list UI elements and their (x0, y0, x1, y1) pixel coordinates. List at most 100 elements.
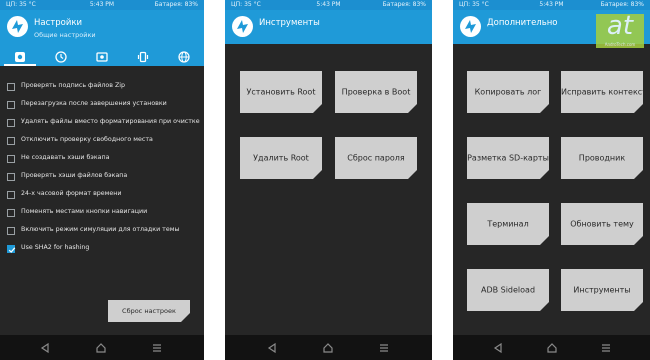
checkbox-checked-icon[interactable] (7, 245, 16, 253)
battery-level: Батарея: 83% (154, 1, 198, 8)
watermark-subtext: AndroTech.com (604, 42, 636, 47)
settings-screen: ЦП: 35 °C 5:43 PM Батарея: 83% Настройки… (0, 0, 204, 360)
checkbox-icon[interactable] (7, 101, 15, 109)
status-bar: ЦП: 35 °C 5:43 PM Батарея: 83% (453, 0, 650, 10)
checkbox-icon[interactable] (7, 191, 15, 199)
tab-language-settings[interactable] (164, 48, 204, 66)
cpu-temp: ЦП: 35 °C (459, 1, 489, 8)
settings-option-label: Перезагрузка после завершения установки (21, 100, 167, 107)
tab-screen-settings[interactable] (82, 48, 122, 66)
checkbox-icon[interactable] (7, 119, 15, 127)
clock: 5:43 PM (89, 1, 115, 8)
settings-option-row[interactable]: Перезагрузка после завершения установки (7, 98, 200, 116)
settings-tabs (0, 48, 204, 66)
settings-option-label: Отключить проверку свободного места (21, 136, 153, 143)
cpu-temp: ЦП: 35 °C (231, 1, 261, 8)
checkbox-icon[interactable] (7, 137, 15, 145)
twrp-logo-icon (7, 16, 28, 37)
checkbox-icon[interactable] (7, 209, 15, 217)
partition-sd-button[interactable]: Разметка SD-карты (467, 137, 549, 179)
clock-icon (55, 51, 67, 63)
menu-icon[interactable] (599, 341, 613, 355)
tab-general-settings[interactable] (0, 48, 40, 66)
reset-settings-button[interactable]: Сброс настроек (108, 300, 190, 322)
status-bar: ЦП: 35 °C 5:43 PM Батарея: 83% (225, 0, 432, 10)
twrp-logo-icon (460, 16, 481, 37)
globe-icon (178, 51, 190, 63)
tools-button[interactable]: Инструменты (561, 269, 643, 311)
settings-option-row[interactable]: 24-х часовой формат времени (7, 188, 200, 206)
clock: 5:43 PM (316, 1, 341, 8)
remove-root-label: Удалить Root (253, 153, 309, 163)
reset-password-label: Сброс пароля (347, 153, 405, 163)
cpu-temp: ЦП: 35 °C (6, 1, 36, 8)
copy-log-label: Копировать лог (474, 87, 542, 97)
site-watermark-logo: at AndroTech.com (596, 11, 644, 48)
settings-option-row[interactable]: Use SHA2 for hashing (7, 242, 200, 260)
clock: 5:43 PM (539, 1, 564, 8)
settings-option-label: Включить режим симуляции для отладки тем… (21, 226, 180, 233)
nav-bar (0, 335, 204, 360)
boot-check-button[interactable]: Проверка в Boot (335, 71, 417, 113)
settings-option-row[interactable]: Удалять файлы вместо форматирования при … (7, 116, 200, 134)
checkbox-icon[interactable] (7, 227, 15, 235)
reset-settings-label: Сброс настроек (122, 307, 176, 315)
home-icon[interactable] (545, 341, 559, 355)
reload-theme-label: Обновить тему (570, 219, 634, 229)
settings-option-row[interactable]: Отключить проверку свободного места (7, 134, 200, 152)
partition-sd-label: Разметка SD-карты (467, 153, 549, 163)
remove-root-button[interactable]: Удалить Root (240, 137, 322, 179)
back-icon[interactable] (38, 341, 52, 355)
file-manager-button[interactable]: Проводник (561, 137, 643, 179)
settings-option-label: Поменять местами кнопки навигации (21, 208, 148, 215)
gear-icon (15, 52, 25, 62)
checkbox-icon[interactable] (7, 83, 15, 91)
page-title: Настройки (34, 18, 83, 28)
page-subtitle: Общие настройки (34, 31, 96, 39)
twrp-logo-icon (232, 16, 253, 37)
adb-sideload-button[interactable]: ADB Sideload (467, 269, 549, 311)
settings-option-label: Проверять хэши файлов бэкапа (21, 172, 128, 179)
menu-icon[interactable] (377, 341, 391, 355)
fix-context-label: Исправить контекст (561, 87, 647, 97)
settings-option-label: Проверять подпись файлов Zip (21, 82, 126, 89)
file-manager-label: Проводник (578, 153, 626, 163)
reset-password-button[interactable]: Сброс пароля (335, 137, 417, 179)
back-icon[interactable] (491, 341, 505, 355)
settings-option-row[interactable]: Включить режим симуляции для отладки тем… (7, 224, 200, 242)
settings-option-row[interactable]: Поменять местами кнопки навигации (7, 206, 200, 224)
settings-header: Настройки Общие настройки (0, 10, 204, 66)
settings-option-label: Не создавать хэши бэкапа (21, 154, 110, 161)
vibration-icon (137, 51, 149, 63)
back-icon[interactable] (265, 341, 279, 355)
advanced-screen: ЦП: 35 °C 5:43 PM Батарея: 83% Дополните… (453, 0, 650, 360)
battery-level: Батарея: 83% (382, 1, 426, 8)
settings-option-row[interactable]: Проверять подпись файлов Zip (7, 80, 200, 98)
fix-context-button[interactable]: Исправить контекст (561, 71, 643, 113)
screen-icon (96, 52, 108, 62)
terminal-button[interactable]: Терминал (467, 203, 549, 245)
tools-screen: ЦП: 35 °C 5:43 PM Батарея: 83% Инструмен… (225, 0, 432, 360)
install-root-label: Установить Root (246, 87, 316, 97)
nav-bar (225, 335, 432, 360)
copy-log-button[interactable]: Копировать лог (467, 71, 549, 113)
settings-option-label: Удалять файлы вместо форматирования при … (21, 118, 200, 125)
watermark-text: at (606, 11, 634, 41)
tab-time-settings[interactable] (41, 48, 81, 66)
menu-icon[interactable] (150, 341, 164, 355)
tab-vibration-settings[interactable] (123, 48, 163, 66)
settings-option-row[interactable]: Проверять хэши файлов бэкапа (7, 170, 200, 188)
home-icon[interactable] (94, 341, 108, 355)
settings-option-row[interactable]: Не создавать хэши бэкапа (7, 152, 200, 170)
checkbox-icon[interactable] (7, 155, 15, 163)
nav-bar (453, 335, 650, 360)
home-icon[interactable] (321, 341, 335, 355)
tools-header: Инструменты (225, 10, 432, 44)
install-root-button[interactable]: Установить Root (240, 71, 322, 113)
reload-theme-button[interactable]: Обновить тему (561, 203, 643, 245)
battery-level: Батарея: 83% (600, 1, 644, 8)
settings-options-list: Проверять подпись файлов Zip Перезагрузка… (7, 80, 200, 260)
checkbox-icon[interactable] (7, 173, 15, 181)
settings-option-label: Use SHA2 for hashing (21, 244, 90, 251)
status-bar: ЦП: 35 °C 5:43 PM Батарея: 83% (0, 0, 204, 10)
